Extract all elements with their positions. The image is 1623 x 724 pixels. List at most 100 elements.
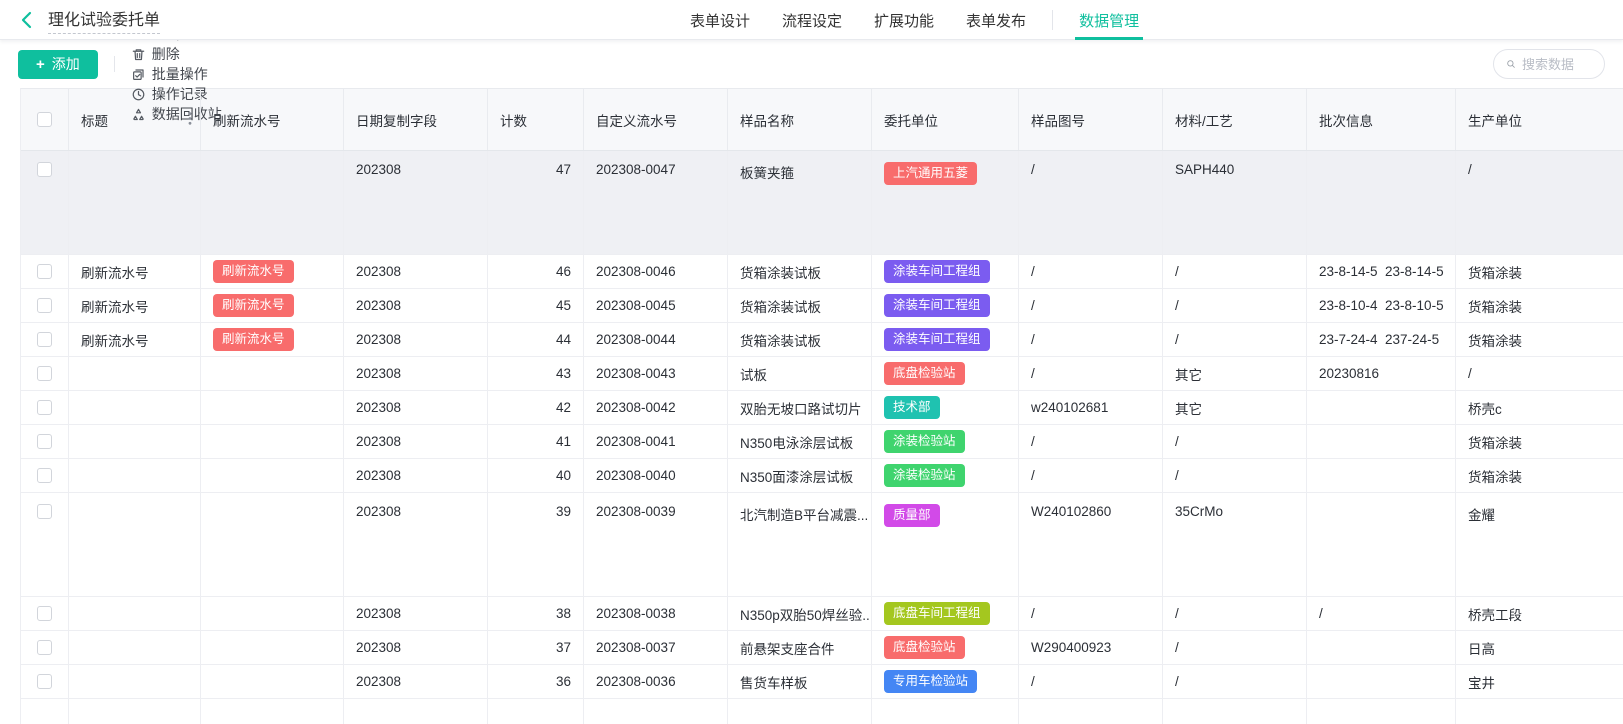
row-checkbox[interactable] xyxy=(37,504,52,519)
cell-drawing: / xyxy=(1019,323,1163,356)
cell-org: 涂装车间工程组 xyxy=(872,323,1019,356)
tab-form-design[interactable]: 表单设计 xyxy=(690,0,750,40)
cell-title: 刷新流水号 xyxy=(69,255,201,288)
table-row[interactable]: 刷新流水号刷新流水号20230845202308-0045货箱涂装试板涂装车间工… xyxy=(21,289,1623,323)
table-row[interactable]: 20230837202308-0037前悬架支座合件底盘检验站W29040092… xyxy=(21,631,1623,665)
cell-date xyxy=(344,699,488,724)
cell-material: / xyxy=(1163,425,1307,458)
org-badge: 质量部 xyxy=(884,504,940,527)
cell-serial: 202308-0045 xyxy=(584,289,728,322)
cell-material: SAPH440 xyxy=(1163,151,1307,254)
column-label: 刷新流水号 xyxy=(213,110,281,130)
cell-count: 40 xyxy=(488,459,584,492)
table-row[interactable]: 刷新流水号刷新流水号20230846202308-0046货箱涂装试板涂装车间工… xyxy=(21,255,1623,289)
table-row[interactable]: 20230841202308-0041N350电泳涂层试板涂装检验站//货箱涂装 xyxy=(21,425,1623,459)
tab-form-publish[interactable]: 表单发布 xyxy=(966,0,1026,40)
cell-serial: 202308-0046 xyxy=(584,255,728,288)
cell-refresh xyxy=(201,391,344,424)
cell-count: 42 xyxy=(488,391,584,424)
back-button[interactable] xyxy=(16,8,38,32)
row-checkbox-cell xyxy=(21,631,69,664)
column-header-sample[interactable]: 样品名称 xyxy=(728,89,872,150)
cell-count: 44 xyxy=(488,323,584,356)
row-checkbox[interactable] xyxy=(37,400,52,415)
delete-button[interactable]: 删除 xyxy=(131,44,180,64)
cell-producer: 桥壳工段 xyxy=(1456,597,1623,630)
column-header-serial[interactable]: 自定义流水号 xyxy=(584,89,728,150)
row-checkbox[interactable] xyxy=(37,332,52,347)
row-checkbox[interactable] xyxy=(37,264,52,279)
row-checkbox[interactable] xyxy=(37,468,52,483)
table-row[interactable]: 20230847202308-0047板簧夹箍上汽通用五菱/SAPH440/ xyxy=(21,151,1623,255)
row-checkbox[interactable] xyxy=(37,434,52,449)
row-checkbox[interactable] xyxy=(37,162,52,177)
tab-workflow-setup[interactable]: 流程设定 xyxy=(782,0,842,40)
cell-refresh: 刷新流水号 xyxy=(201,289,344,322)
cell-batch xyxy=(1307,151,1456,254)
table-row[interactable]: 20230843202308-0043试板底盘检验站/其它20230816/ xyxy=(21,357,1623,391)
row-checkbox-cell xyxy=(21,699,69,724)
search-box[interactable] xyxy=(1493,49,1605,79)
column-header-batch[interactable]: 批次信息 xyxy=(1307,89,1456,150)
cell-date: 202308 xyxy=(344,289,488,322)
org-badge: 涂装车间工程组 xyxy=(884,260,990,283)
column-header-material[interactable]: 材料/工艺 xyxy=(1163,89,1307,150)
add-button[interactable]: + 添加 xyxy=(18,50,98,79)
table-row[interactable] xyxy=(21,699,1623,724)
cell-serial: 202308-0039 xyxy=(584,493,728,596)
cell-org: 涂装检验站 xyxy=(872,425,1019,458)
column-header-count[interactable]: 计数 xyxy=(488,89,584,150)
org-badge: 涂装车间工程组 xyxy=(884,294,990,317)
table-row[interactable]: 20230842202308-0042双胎无坡口路试切片技术部w24010268… xyxy=(21,391,1623,425)
refresh-serial-badge: 刷新流水号 xyxy=(213,260,294,283)
row-checkbox[interactable] xyxy=(37,366,52,381)
cell-batch: 20230816 xyxy=(1307,357,1456,390)
tab-data-management[interactable]: 数据管理 xyxy=(1079,0,1139,40)
table-row[interactable]: 20230838202308-0038N350p双胎50焊丝验...底盘车间工程… xyxy=(21,597,1623,631)
column-header-date[interactable]: 日期复制字段 xyxy=(344,89,488,150)
select-all-checkbox[interactable] xyxy=(37,112,52,127)
column-header-drawing[interactable]: 样品图号 xyxy=(1019,89,1163,150)
column-header-refresh[interactable]: 刷新流水号 xyxy=(201,89,344,150)
cell-material: / xyxy=(1163,459,1307,492)
cell-title xyxy=(69,699,201,724)
column-header-producer[interactable]: 生产单位 xyxy=(1456,89,1623,150)
cell-producer: 货箱涂装 xyxy=(1456,255,1623,288)
row-checkbox[interactable] xyxy=(37,674,52,689)
cell-sample: 试板 xyxy=(728,357,872,390)
cell-refresh xyxy=(201,631,344,664)
table-row[interactable]: 20230840202308-0040N350面漆涂层试板涂装检验站//货箱涂装 xyxy=(21,459,1623,493)
column-header-org[interactable]: 委托单位 xyxy=(872,89,1019,150)
row-checkbox[interactable] xyxy=(37,606,52,621)
cell-drawing: w240102681 xyxy=(1019,391,1163,424)
cell-org: 底盘检验站 xyxy=(872,631,1019,664)
row-checkbox-cell xyxy=(21,391,69,424)
cell-sample xyxy=(728,699,872,724)
batch-actions-button[interactable]: 批量操作 xyxy=(131,64,208,84)
row-checkbox[interactable] xyxy=(37,298,52,313)
row-checkbox-cell xyxy=(21,357,69,390)
search-icon xyxy=(1506,57,1516,71)
cell-org: 涂装车间工程组 xyxy=(872,289,1019,322)
cell-drawing: / xyxy=(1019,357,1163,390)
cell-org: 底盘检验站 xyxy=(872,357,1019,390)
cell-batch xyxy=(1307,631,1456,664)
cell-org: 底盘车间工程组 xyxy=(872,597,1019,630)
page-title: 理化试验委托单 xyxy=(48,6,160,34)
cell-refresh: 刷新流水号 xyxy=(201,255,344,288)
column-header-title[interactable]: 标题 xyxy=(69,89,201,150)
row-checkbox-cell xyxy=(21,425,69,458)
tab-extensions[interactable]: 扩展功能 xyxy=(874,0,934,40)
table-row[interactable]: 刷新流水号刷新流水号20230844202308-0044货箱涂装试板涂装车间工… xyxy=(21,323,1623,357)
cell-drawing: W240102860 xyxy=(1019,493,1163,596)
cell-org: 技术部 xyxy=(872,391,1019,424)
table-row[interactable]: 20230839202308-0039北汽制造B平台减震...质量部W24010… xyxy=(21,493,1623,597)
cell-material: 35CrMo xyxy=(1163,493,1307,596)
table-row[interactable]: 20230836202308-0036售货车样板专用车检验站//宝井 xyxy=(21,665,1623,699)
search-input[interactable] xyxy=(1522,57,1592,72)
batch-actions-button-label: 批量操作 xyxy=(152,64,208,84)
cell-batch: 23-8-10-4 23-8-10-5 xyxy=(1307,289,1456,322)
row-checkbox[interactable] xyxy=(37,640,52,655)
column-label: 批次信息 xyxy=(1319,110,1373,130)
column-menu-icon[interactable] xyxy=(188,110,192,129)
